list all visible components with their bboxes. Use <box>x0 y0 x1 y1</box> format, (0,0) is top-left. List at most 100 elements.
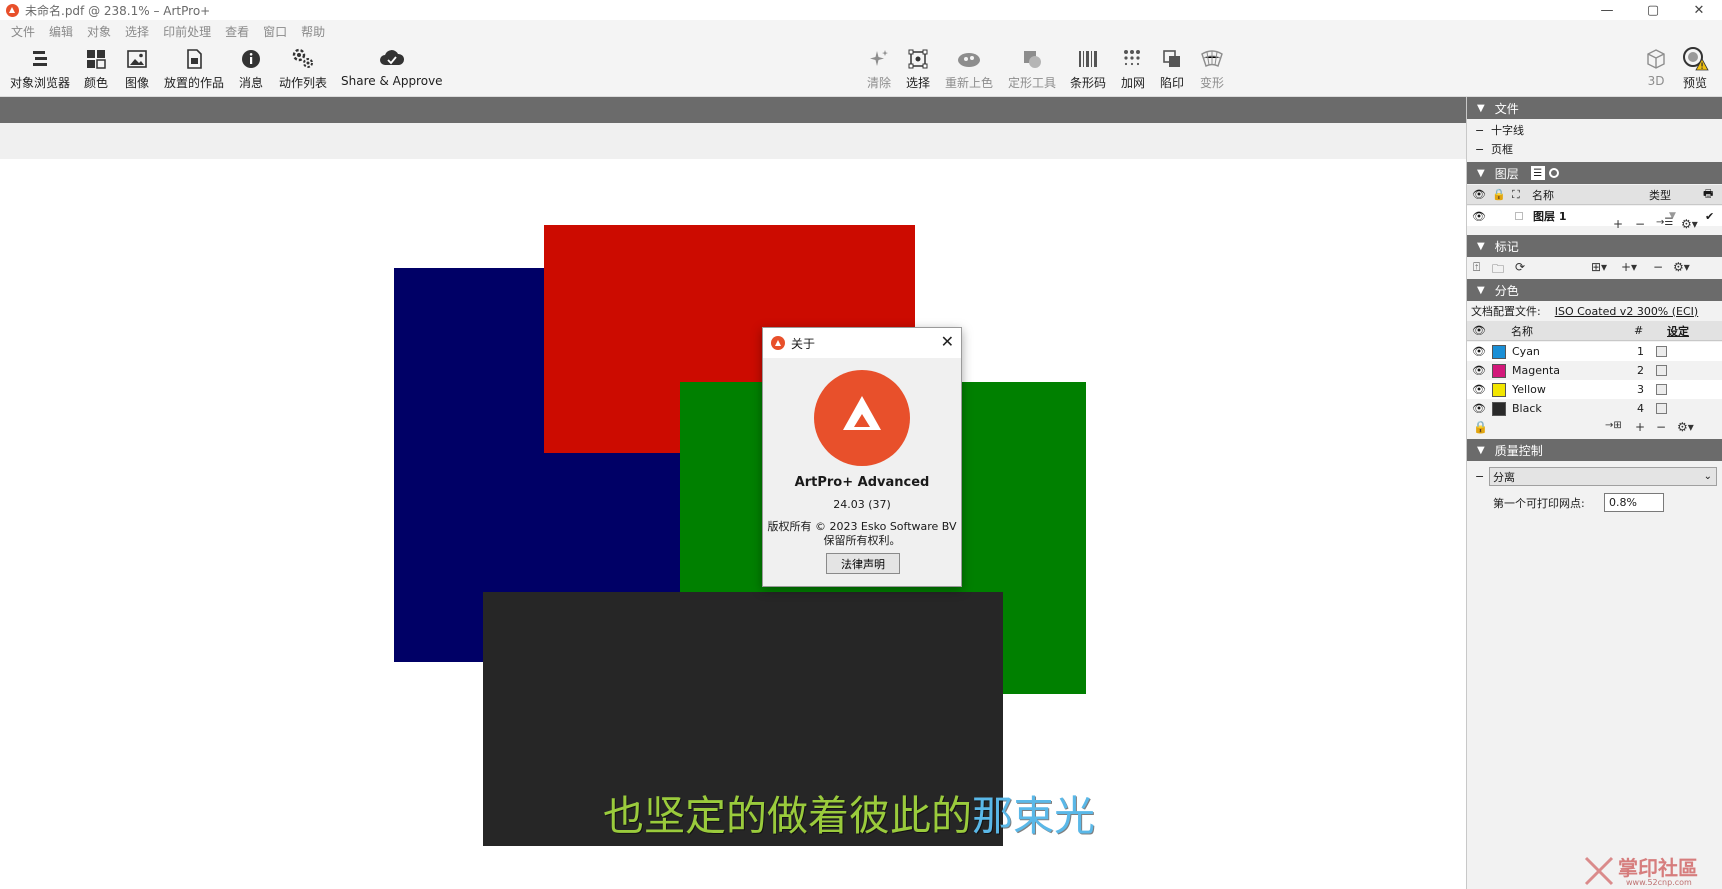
ink-setting-checkbox[interactable] <box>1656 346 1667 357</box>
placed-art-button[interactable]: 放置的作品 <box>164 46 224 91</box>
ink-row-yellow[interactable]: 👁 Yellow 3 <box>1467 380 1722 399</box>
distort-icon <box>1200 46 1224 72</box>
ink-row-magenta[interactable]: 👁 Magenta 2 <box>1467 361 1722 380</box>
menu-edit[interactable]: 编辑 <box>42 23 80 40</box>
close-window-button[interactable]: ✕ <box>1676 0 1722 20</box>
trap-button[interactable]: 陷印 <box>1160 46 1184 91</box>
frame-icon: ⛶ <box>1512 187 1520 201</box>
color-grid-icon <box>85 46 107 72</box>
title-bar: 未命名.pdf @ 238.1% – ArtPro+ — ▢ ✕ <box>0 0 1722 20</box>
gear-icon[interactable]: ⚙▾ <box>1673 260 1690 274</box>
ink-setting-checkbox[interactable] <box>1656 365 1667 376</box>
eye-icon[interactable]: 👁 <box>1472 364 1486 377</box>
check-icon: ✔ <box>1705 209 1715 223</box>
shape-tool-icon <box>1021 46 1043 72</box>
gear-icon[interactable]: ⚙▾ <box>1677 420 1694 434</box>
list-view-icon[interactable]: ☰ <box>1530 166 1545 180</box>
recolor-button[interactable]: 重新上色 <box>945 46 993 91</box>
insert-mark-icon[interactable]: ⊞▾ <box>1591 260 1607 274</box>
action-list-button[interactable]: 动作列表 <box>279 46 327 91</box>
lock-icon[interactable]: 🔒 <box>1473 420 1488 434</box>
add-layer-button[interactable]: + <box>1613 217 1623 231</box>
screening-button[interactable]: 加网 <box>1121 46 1145 91</box>
toolbar: 对象浏览器 颜色 图像 放置的作品 消息 动作列表 Share & Approv… <box>0 42 1722 97</box>
separations-section-header[interactable]: ▼ 分色 <box>1467 279 1722 301</box>
messages-button[interactable]: 消息 <box>239 46 263 91</box>
menu-window[interactable]: 窗口 <box>256 23 294 40</box>
eye-icon[interactable]: 👁 <box>1472 383 1486 396</box>
clear-button[interactable]: 清除 <box>867 46 891 91</box>
distort-button[interactable]: 变形 <box>1200 46 1224 91</box>
file-item-crosshair[interactable]: − 十字线 <box>1467 121 1722 139</box>
layers-table-header: 👁 🔒 ⛶ 名称 类型 🖶 <box>1467 185 1722 205</box>
screening-icon <box>1122 46 1144 72</box>
add-ink-button[interactable]: + <box>1635 420 1645 434</box>
trap-icon <box>1161 46 1183 72</box>
ink-row-cyan[interactable]: 👁 Cyan 1 <box>1467 342 1722 361</box>
menu-file[interactable]: 文件 <box>4 23 42 40</box>
shape-tool-button[interactable]: 定形工具 <box>1008 46 1056 91</box>
first-printable-dot-input[interactable]: 0.8% <box>1604 493 1664 512</box>
image-icon <box>126 46 148 72</box>
qc-mode-select[interactable]: 分离 ⌄ <box>1489 467 1717 486</box>
qc-section-header[interactable]: ▼ 质量控制 <box>1467 439 1722 461</box>
yellow-swatch <box>1492 382 1506 397</box>
artpro-logo-icon <box>771 336 785 350</box>
move-layer-icon[interactable]: →☰ <box>1656 217 1673 228</box>
maximize-button[interactable]: ▢ <box>1630 0 1676 20</box>
file-item-page-box[interactable]: − 页框 <box>1467 140 1722 158</box>
ink-setting-checkbox[interactable] <box>1656 384 1667 395</box>
ink-row-black[interactable]: 👁 Black 4 <box>1467 399 1722 418</box>
share-approve-button[interactable]: Share & Approve <box>341 46 443 88</box>
ink-setting-checkbox[interactable] <box>1656 403 1667 414</box>
layers-section-header[interactable]: ▼ 图层 ☰ <box>1467 162 1722 184</box>
about-dialog-header: 关于 ✕ <box>763 328 961 358</box>
info-icon <box>240 46 262 72</box>
collapse-triangle-icon: ▼ <box>1477 444 1485 456</box>
legal-notice-button[interactable]: 法律声明 <box>826 553 900 574</box>
chevron-down-icon: ⌄ <box>1703 471 1712 482</box>
add-mark-button[interactable]: +▾ <box>1621 260 1637 274</box>
menu-object[interactable]: 对象 <box>80 23 118 40</box>
target-icon[interactable] <box>1548 168 1559 178</box>
object-browser-button[interactable]: 对象浏览器 <box>10 46 70 91</box>
remove-ink-button[interactable]: − <box>1656 420 1666 434</box>
action-list-icon <box>291 46 315 72</box>
menu-help[interactable]: 帮助 <box>294 23 332 40</box>
remove-mark-button[interactable]: − <box>1653 260 1663 274</box>
eye-icon[interactable]: 👁 <box>1472 345 1486 358</box>
eye-icon[interactable]: 👁 <box>1472 210 1486 223</box>
marks-section-header[interactable]: ▼ 标记 <box>1467 235 1722 257</box>
select-tool-button[interactable]: 选择 <box>906 46 930 91</box>
move-ink-icon[interactable]: →⊞ <box>1605 420 1622 431</box>
close-icon[interactable]: ✕ <box>941 334 954 350</box>
video-subtitle: 也坚定的做着彼此的那束光 <box>603 782 1095 842</box>
menu-prepress[interactable]: 印前处理 <box>156 23 218 40</box>
file-section-header[interactable]: ▼ 文件 <box>1467 97 1722 119</box>
cube-icon <box>1645 46 1667 72</box>
3d-button[interactable]: 3D <box>1645 46 1667 88</box>
collapse-triangle-icon: ▼ <box>1477 102 1485 114</box>
lock-icon: 🔒 <box>1492 188 1506 201</box>
menu-select[interactable]: 选择 <box>118 23 156 40</box>
cyan-swatch <box>1492 344 1506 359</box>
color-button[interactable]: 颜色 <box>84 46 108 91</box>
folder-icon[interactable]: 🗀 <box>1492 260 1504 281</box>
placed-art-icon <box>183 46 205 72</box>
barcode-button[interactable]: 条形码 <box>1070 46 1106 91</box>
profile-link[interactable]: ISO Coated v2 300% (ECI) <box>1555 305 1699 318</box>
refresh-icon[interactable]: ⟳ <box>1515 260 1525 274</box>
eye-icon[interactable]: 👁 <box>1472 402 1486 415</box>
collapse-triangle-icon: ▼ <box>1477 167 1485 179</box>
preview-button[interactable]: 预览 <box>1681 46 1709 91</box>
minimize-button[interactable]: — <box>1584 0 1630 20</box>
import-mark-icon[interactable]: ⍐ <box>1473 260 1480 275</box>
cloud-check-icon <box>379 46 405 72</box>
gear-icon[interactable]: ⚙▾ <box>1681 217 1698 231</box>
printer-icon: 🖶 <box>1703 187 1714 200</box>
image-button[interactable]: 图像 <box>125 46 149 91</box>
subtitle-part-1: 也坚定的做着彼此的 <box>603 792 972 840</box>
menu-view[interactable]: 查看 <box>218 23 256 40</box>
remove-layer-button[interactable]: − <box>1635 217 1645 231</box>
document-canvas[interactable] <box>0 159 1466 889</box>
